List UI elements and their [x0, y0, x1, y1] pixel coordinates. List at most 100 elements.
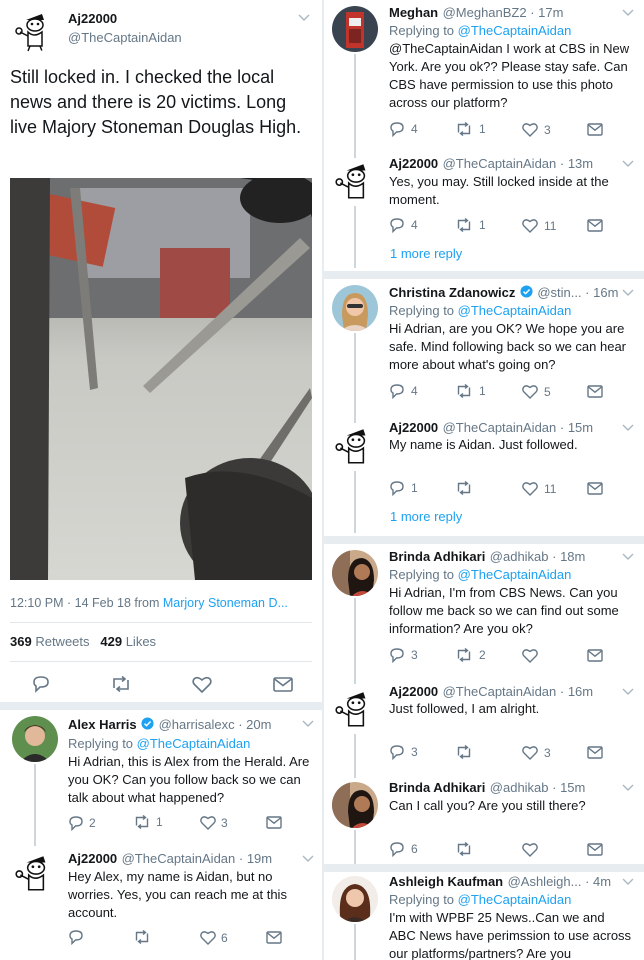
author-handle[interactable]: @TheCaptainAidan · 19m	[122, 851, 273, 866]
message-icon[interactable]	[273, 677, 293, 692]
reply-button[interactable]	[68, 929, 84, 945]
dm-button[interactable]	[587, 482, 603, 495]
reply-button[interactable]: 4	[389, 217, 418, 233]
captain-avatar[interactable]	[332, 423, 378, 469]
retweet-icon[interactable]	[455, 842, 473, 856]
likes-label[interactable]: Likes	[126, 634, 156, 649]
reply-icon[interactable]	[31, 675, 51, 693]
more-replies-link[interactable]: 1 more reply	[390, 246, 462, 261]
retweet-button[interactable]	[455, 481, 473, 495]
heart-icon[interactable]	[522, 842, 538, 857]
author-handle[interactable]: @TheCaptainAidan · 16m	[443, 684, 594, 699]
chevron-down-icon[interactable]	[622, 424, 634, 432]
dm-button[interactable]	[266, 816, 282, 829]
reply-button[interactable]: 3	[389, 647, 418, 663]
like-button[interactable]: 11	[522, 481, 556, 496]
message-icon[interactable]	[587, 219, 603, 232]
reply-icon[interactable]	[68, 815, 84, 831]
author-handle[interactable]: @MeghanBZ2 · 17m	[443, 5, 564, 20]
retweet-button[interactable]: 1	[133, 815, 163, 829]
retweets-label[interactable]: Retweets	[35, 634, 89, 649]
chevron-down-icon[interactable]	[622, 9, 634, 17]
author-name[interactable]: Aj22000	[389, 156, 438, 171]
captain-avatar[interactable]	[12, 8, 56, 52]
retweet-icon[interactable]	[455, 481, 473, 495]
message-icon[interactable]	[587, 482, 603, 495]
retweet-icon[interactable]	[455, 218, 473, 232]
like-button[interactable]: 3	[522, 745, 551, 760]
heart-icon[interactable]	[522, 384, 538, 399]
dm-button[interactable]	[587, 843, 603, 856]
heart-icon[interactable]	[522, 745, 538, 760]
author-handle[interactable]: @Ashleigh... · 4m	[508, 874, 612, 889]
author-handle[interactable]: @adhikab · 15m	[490, 780, 586, 795]
retweet-button[interactable]	[455, 745, 473, 759]
reply-icon[interactable]	[389, 383, 405, 399]
retweet-icon[interactable]	[455, 384, 473, 398]
heart-icon[interactable]	[522, 481, 538, 496]
author-name[interactable]: Aj22000	[389, 420, 438, 435]
author-handle[interactable]: @TheCaptainAidan · 13m	[443, 156, 594, 171]
captain-avatar[interactable]	[332, 686, 378, 732]
reply-button[interactable]: 2	[68, 815, 96, 831]
replying-link[interactable]: @TheCaptainAidan	[458, 23, 572, 38]
retweet-icon[interactable]	[455, 648, 473, 662]
ashleigh-avatar[interactable]	[332, 876, 378, 922]
heart-icon[interactable]	[192, 676, 212, 694]
like-button[interactable]: 11	[522, 218, 556, 233]
chevron-down-icon[interactable]	[302, 720, 314, 728]
retweet-button[interactable]: 1	[455, 122, 486, 136]
replying-link[interactable]: @TheCaptainAidan	[137, 736, 251, 751]
dm-button[interactable]	[587, 123, 603, 136]
reply-icon[interactable]	[389, 480, 405, 496]
retweet-button[interactable]: 2	[455, 648, 486, 662]
chevron-down-icon[interactable]	[622, 878, 634, 886]
like-button[interactable]	[522, 842, 538, 857]
like-button[interactable]: 5	[522, 384, 551, 399]
likes-count[interactable]: 429	[100, 634, 122, 649]
heart-icon[interactable]	[522, 122, 538, 137]
retweet-icon[interactable]	[110, 675, 132, 693]
message-icon[interactable]	[587, 385, 603, 398]
dm-button[interactable]	[587, 219, 603, 232]
heart-icon[interactable]	[200, 815, 216, 830]
chevron-down-icon[interactable]	[298, 14, 310, 22]
retweet-button[interactable]: 1	[455, 218, 486, 232]
message-icon[interactable]	[587, 649, 603, 662]
message-icon[interactable]	[266, 931, 282, 944]
brinda-avatar[interactable]	[332, 550, 378, 596]
author-name[interactable]: Brinda Adhikari	[389, 780, 485, 795]
replying-link[interactable]: @TheCaptainAidan	[458, 303, 572, 318]
retweet-button[interactable]	[455, 842, 473, 856]
author-name[interactable]: Aj22000	[68, 851, 117, 866]
reply-icon[interactable]	[389, 217, 405, 233]
like-button[interactable]	[522, 648, 538, 663]
brinda-avatar[interactable]	[332, 782, 378, 828]
retweets-count[interactable]: 369	[10, 634, 32, 649]
message-icon[interactable]	[266, 816, 282, 829]
reply-icon[interactable]	[389, 744, 405, 760]
tweet-photo[interactable]	[10, 178, 312, 580]
meghan-avatar[interactable]	[332, 6, 378, 52]
author-handle[interactable]: @harrisalexc · 20m	[159, 717, 272, 732]
reply-icon[interactable]	[389, 121, 405, 137]
replying-link[interactable]: @TheCaptainAidan	[458, 567, 572, 582]
retweet-icon[interactable]	[455, 122, 473, 136]
author-handle[interactable]: @TheCaptainAidan · 15m	[443, 420, 594, 435]
author-handle[interactable]: @stin... · 16m	[537, 285, 618, 300]
more-replies-link[interactable]: 1 more reply	[390, 509, 462, 524]
main-author-handle[interactable]: @TheCaptainAidan	[68, 30, 182, 45]
author-name[interactable]: Alex Harris	[68, 717, 137, 732]
message-icon[interactable]	[587, 123, 603, 136]
author-name[interactable]: Christina Zdanowicz	[389, 285, 515, 300]
dm-button[interactable]	[587, 746, 603, 759]
captain-avatar[interactable]	[332, 158, 378, 204]
reply-icon[interactable]	[389, 647, 405, 663]
retweet-icon[interactable]	[133, 930, 151, 944]
dm-button[interactable]	[587, 649, 603, 662]
chevron-down-icon[interactable]	[622, 289, 634, 297]
like-button[interactable]: 3	[522, 122, 551, 137]
dm-button[interactable]	[587, 385, 603, 398]
author-name[interactable]: Meghan	[389, 5, 438, 20]
retweet-button[interactable]	[133, 930, 151, 944]
